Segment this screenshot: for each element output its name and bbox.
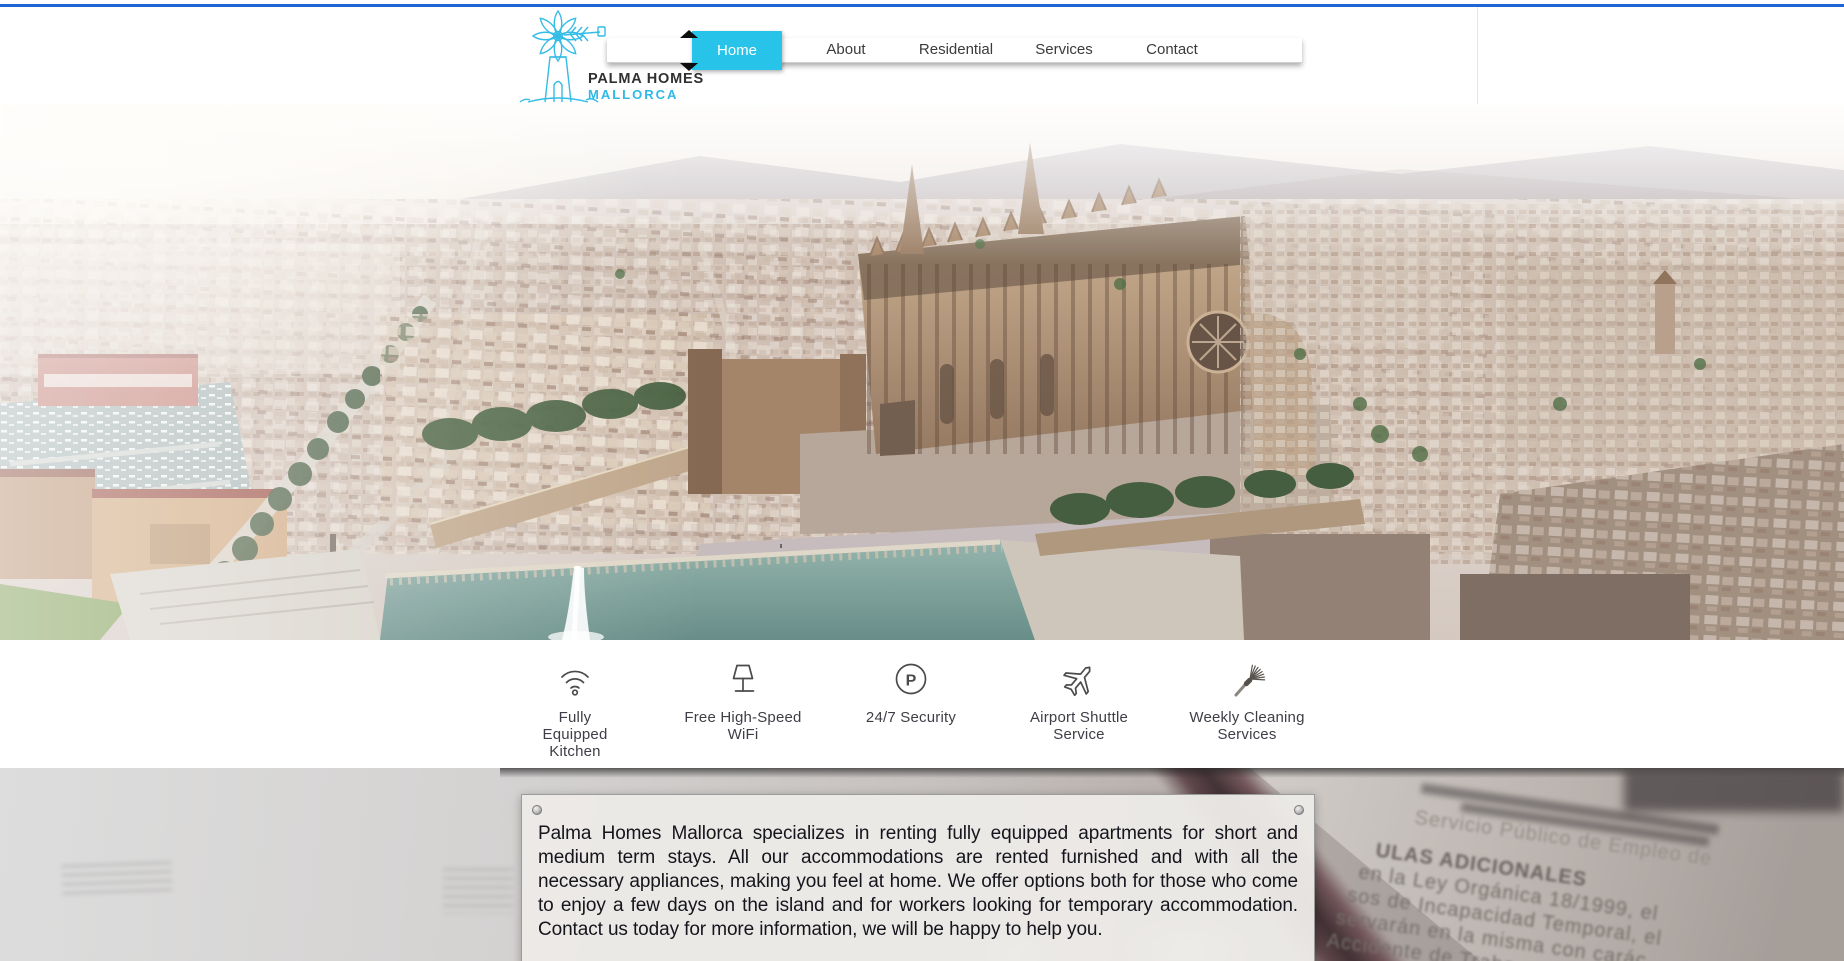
logo-wordmark-line2: MALLORCA — [588, 87, 678, 102]
feature-shuttle: Airport Shuttle Service — [1004, 640, 1154, 768]
airplane-icon — [1059, 660, 1099, 702]
nav-item-contact[interactable]: Contact — [1146, 38, 1198, 62]
feature-label: Free High-Speed WiFi — [673, 709, 813, 743]
screw-icon — [532, 805, 542, 815]
nav-arrow-up-icon — [680, 30, 698, 38]
feature-label: Fully Equipped Kitchen — [535, 709, 615, 760]
feature-wifi: Free High-Speed WiFi — [668, 640, 818, 768]
nav-arrow-down-icon — [680, 63, 698, 71]
feature-security: P 24/7 Security — [836, 640, 986, 768]
feature-label: Weekly Cleaning Services — [1177, 709, 1317, 743]
main-nav: Home About Residential Services Contact — [607, 38, 1302, 63]
feature-label: 24/7 Security — [866, 709, 956, 726]
palma-homes-page: PALMA HOMES MALLORCA Home About Resident… — [0, 0, 1844, 961]
header-divider — [1477, 7, 1478, 104]
lamp-icon — [723, 660, 763, 702]
svg-text:P: P — [906, 673, 917, 690]
nav-item-residential[interactable]: Residential — [919, 38, 993, 62]
newspaper-dark-corner — [1624, 768, 1844, 812]
wifi-icon — [555, 660, 595, 702]
nav-item-services[interactable]: Services — [1035, 38, 1093, 62]
site-header: PALMA HOMES MALLORCA Home About Resident… — [0, 7, 1844, 105]
duster-icon — [1227, 660, 1267, 702]
parking-icon: P — [891, 660, 931, 702]
hero-image — [0, 104, 1844, 640]
nav-item-home[interactable]: Home — [692, 31, 782, 70]
about-section: Servicio Público de Empleo de ULAS ADICI… — [0, 768, 1844, 961]
about-paragraph: Palma Homes Mallorca specializes in rent… — [538, 822, 1298, 942]
feature-kitchen: Fully Equipped Kitchen — [500, 640, 650, 768]
features-row: Fully Equipped Kitchen Free High-Speed W… — [0, 640, 1833, 768]
feature-cleaning: Weekly Cleaning Services — [1172, 640, 1322, 768]
nav-item-about[interactable]: About — [826, 38, 865, 62]
blurred-print-marks — [61, 861, 172, 897]
about-card: Palma Homes Mallorca specializes in rent… — [521, 794, 1315, 961]
feature-label: Airport Shuttle Service — [1009, 709, 1149, 743]
blurred-print-marks — [443, 868, 513, 914]
screw-icon — [1294, 805, 1304, 815]
logo-wordmark-line1: PALMA HOMES — [588, 71, 704, 87]
